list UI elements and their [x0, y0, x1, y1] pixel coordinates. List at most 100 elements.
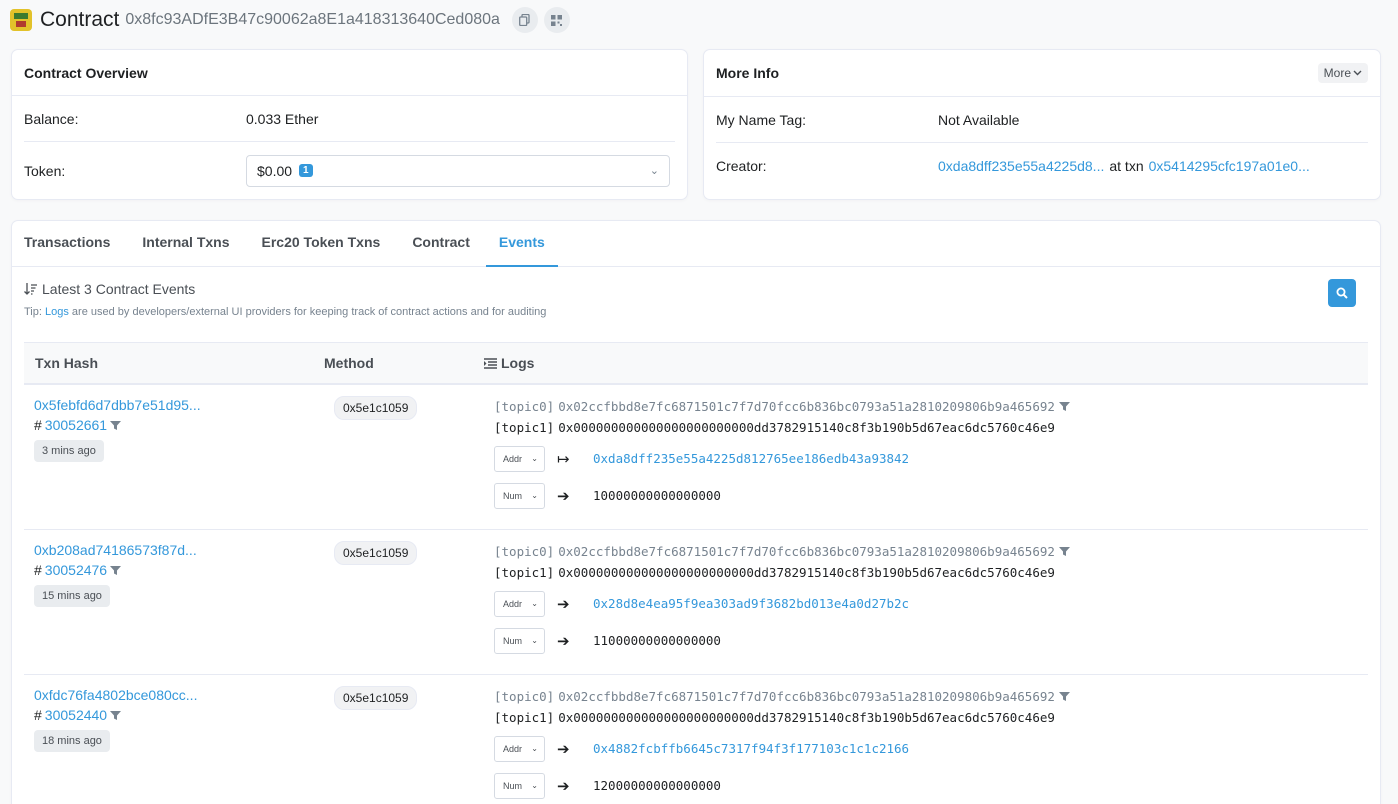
txn-hash-link[interactable]: 0x5febfd6d7dbb7e51d95...: [34, 397, 201, 413]
arrow-right-icon: ➔: [557, 739, 570, 758]
qr-code-button[interactable]: [543, 7, 570, 33]
name-tag-row: My Name Tag: Not Available: [716, 97, 1368, 143]
age-badge: 18 mins ago: [34, 730, 110, 752]
sort-icon: [24, 283, 37, 295]
tab-contract[interactable]: Contract: [396, 221, 486, 267]
data-type-select[interactable]: Addr ⌄: [494, 445, 545, 472]
balance-label: Balance:: [24, 110, 79, 127]
topic1-label: [topic1]: [494, 419, 555, 435]
filter-icon[interactable]: [1058, 401, 1070, 412]
copy-address-button[interactable]: [511, 7, 538, 33]
table-row: 0xfdc76fa4802bce080cc... # 30052440 18 m…: [24, 675, 1368, 804]
col-logs-label: Logs: [501, 355, 535, 371]
data-line: Num ⌄ ➔ 11000000000000000: [494, 622, 1070, 659]
data-type-label: Num: [503, 780, 523, 791]
tip-text: are used by developers/external UI provi…: [71, 306, 547, 318]
chevron-down-icon: ⌄: [531, 781, 538, 790]
token-value: $0.00: [257, 162, 293, 179]
col-method: Method: [324, 355, 374, 371]
page-title: Contract: [40, 8, 120, 31]
txn-cell: 0xfdc76fa4802bce080cc... # 30052440 18 m…: [34, 687, 197, 752]
data-line: Addr ⌄ ↦ 0xda8dff235e55a4225d812765ee186e…: [494, 440, 1070, 477]
data-type-select[interactable]: Num ⌄: [494, 482, 545, 509]
data-address-link[interactable]: 0xda8dff235e55a4225d812765ee186edb43a938…: [593, 451, 909, 466]
topic0-value: 0x02ccfbbd8e7fc6871501c7f7d70fcc6b836bc0…: [558, 543, 1055, 559]
topic1-line: [topic1] 0x000000000000000000000000dd378…: [494, 562, 1070, 583]
block-number-link[interactable]: 30052476: [45, 562, 107, 578]
topic1-label: [topic1]: [494, 564, 555, 580]
data-type-select[interactable]: Addr ⌄: [494, 590, 545, 617]
tab-transactions[interactable]: Transactions: [24, 221, 126, 267]
method-badge: 0x5e1c1059: [334, 541, 418, 565]
block-prefix: #: [34, 417, 42, 433]
topic1-line: [topic1] 0x000000000000000000000000dd378…: [494, 707, 1070, 728]
creator-row: Creator: 0xda8dff235e55a4225d8... at txn…: [716, 143, 1368, 189]
tab-erc20-token-txns[interactable]: Erc20 Token Txns: [246, 221, 397, 267]
data-number-value: 10000000000000000: [593, 488, 721, 503]
creator-address-link[interactable]: 0xda8dff235e55a4225d8...: [938, 158, 1104, 174]
creator-txn-link[interactable]: 0x5414295cfc197a01e0...: [1149, 158, 1310, 174]
balance-value: 0.033 Ether: [246, 110, 319, 127]
tip-prefix: Tip:: [24, 306, 42, 318]
filter-icon[interactable]: [110, 420, 122, 431]
tab-events[interactable]: Events: [485, 221, 558, 267]
token-label: Token:: [24, 162, 66, 179]
data-address-link[interactable]: 0x4882fcbffb6645c7317f94f3f177103c1c1c21…: [593, 741, 909, 756]
table-row: 0xb208ad74186573f87d... # 30052476 15 mi…: [24, 530, 1368, 675]
topic0-label: [topic0]: [494, 398, 555, 414]
filter-icon[interactable]: [110, 565, 122, 576]
age-badge: 15 mins ago: [34, 585, 110, 607]
data-type-select[interactable]: Addr ⌄: [494, 735, 545, 762]
txn-hash-link[interactable]: 0xfdc76fa4802bce080cc...: [34, 687, 197, 703]
arrow-right-icon: ↦: [557, 449, 570, 468]
block-number-link[interactable]: 30052440: [45, 707, 107, 723]
events-tip: Tip: Logs are used by developers/externa…: [24, 306, 546, 318]
block-line: # 30052440: [34, 707, 197, 723]
events-subheader: Latest 3 Contract Events Tip: Logs are u…: [24, 281, 546, 318]
qr-code-icon: [551, 14, 563, 26]
data-line: Num ⌄ ➔ 10000000000000000: [494, 477, 1070, 514]
chevron-down-icon: [1353, 70, 1362, 76]
data-type-select[interactable]: Num ⌄: [494, 627, 545, 654]
filter-icon[interactable]: [1058, 691, 1070, 702]
search-events-button[interactable]: [1328, 279, 1356, 307]
age-badge: 3 mins ago: [34, 440, 104, 462]
topic0-label: [topic0]: [494, 543, 555, 559]
arrow-right-icon: ➔: [557, 486, 570, 505]
topic1-label: [topic1]: [494, 709, 555, 725]
block-prefix: #: [34, 707, 42, 723]
block-line: # 30052661: [34, 417, 201, 433]
data-address-link[interactable]: 0x28d8e4ea95f9ea303ad9f3682bd013e4a0d27b…: [593, 596, 909, 611]
block-line: # 30052476: [34, 562, 197, 578]
data-line: Addr ⌄ ➔ 0x4882fcbffb6645c7317f94f3f17710…: [494, 730, 1070, 767]
topic1-value: 0x000000000000000000000000dd3782915140c8…: [558, 564, 1055, 580]
token-dropdown[interactable]: $0.00 1 ⌄: [246, 154, 670, 187]
topic0-label: [topic0]: [494, 688, 555, 704]
topic0-value: 0x02ccfbbd8e7fc6871501c7f7d70fcc6b836bc0…: [558, 398, 1055, 414]
data-type-select[interactable]: Num ⌄: [494, 772, 545, 799]
more-dropdown-button[interactable]: More: [1317, 63, 1368, 83]
topic0-line: [topic0] 0x02ccfbbd8e7fc6871501c7f7d70fc…: [494, 541, 1070, 562]
more-info-title: More Info: [716, 65, 779, 81]
block-number-link[interactable]: 30052661: [45, 417, 107, 433]
txn-cell: 0x5febfd6d7dbb7e51d95... # 30052661 3 mi…: [34, 397, 201, 462]
chevron-down-icon: ⌄: [531, 744, 538, 753]
tab-internal-txns[interactable]: Internal Txns: [126, 221, 245, 267]
method-badge: 0x5e1c1059: [334, 396, 418, 420]
data-type-label: Num: [503, 490, 523, 501]
topic1-value: 0x000000000000000000000000dd3782915140c8…: [558, 419, 1055, 435]
data-number-value: 12000000000000000: [593, 778, 721, 793]
arrow-right-icon: ➔: [557, 776, 570, 795]
logs-link[interactable]: Logs: [45, 306, 69, 318]
events-card: Transactions Internal Txns Erc20 Token T…: [11, 220, 1381, 804]
contract-overview-card: Contract Overview Balance: 0.033 Ether T…: [11, 49, 688, 200]
data-line: Addr ⌄ ➔ 0x28d8e4ea95f9ea303ad9f3682bd013…: [494, 585, 1070, 622]
txn-hash-link[interactable]: 0xb208ad74186573f87d...: [34, 542, 197, 558]
chevron-down-icon: ⌄: [531, 599, 538, 608]
filter-icon[interactable]: [1058, 546, 1070, 557]
filter-icon[interactable]: [110, 710, 122, 721]
topic1-value: 0x000000000000000000000000dd3782915140c8…: [558, 709, 1055, 725]
list-icon: [484, 357, 497, 369]
contract-overview-header: Contract Overview: [12, 50, 687, 96]
name-tag-value: Not Available: [938, 111, 1020, 128]
